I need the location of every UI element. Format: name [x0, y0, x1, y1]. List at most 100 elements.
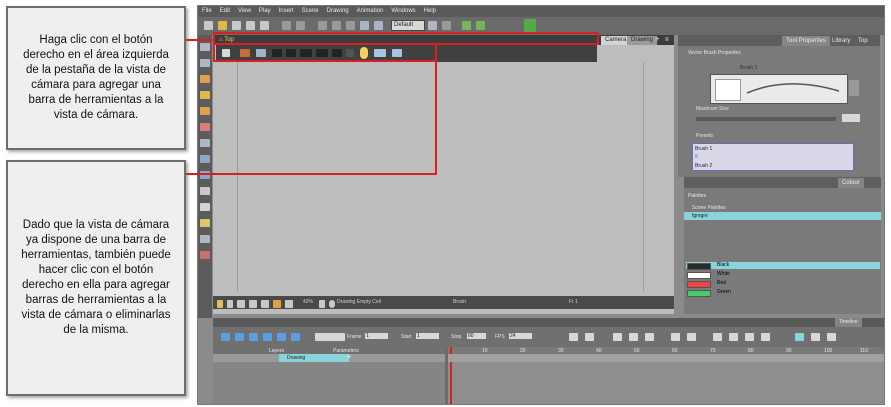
loop-icon[interactable]	[249, 333, 258, 341]
tab-top[interactable]: Top	[854, 36, 872, 46]
reset-zoom-icon[interactable]	[319, 300, 325, 308]
text-tool-icon[interactable]	[200, 139, 210, 147]
expand-icon[interactable]	[811, 333, 820, 341]
workspace-icon[interactable]	[428, 21, 437, 30]
add-layer-icon[interactable]: +	[347, 354, 351, 361]
start-field[interactable]: 1	[416, 333, 439, 339]
remove-exposure-icon[interactable]	[687, 333, 696, 341]
brush-tool-icon[interactable]	[200, 75, 210, 83]
menu-drawing[interactable]: Drawing	[327, 6, 349, 17]
tab-colour[interactable]: Colour	[838, 178, 864, 188]
brush-preview[interactable]	[710, 74, 848, 104]
shape-tool-icon[interactable]	[200, 155, 210, 163]
menu-help[interactable]: Help	[424, 6, 436, 17]
tab-camera[interactable]: Camera	[601, 36, 631, 45]
tab-tool-properties[interactable]: Tool Properties	[782, 36, 831, 46]
camera-mode-icon[interactable]	[273, 300, 281, 308]
add-key-icon[interactable]	[713, 333, 722, 341]
menu-edit[interactable]: Edit	[220, 6, 230, 17]
delete-icon[interactable]	[360, 21, 369, 30]
menu-play[interactable]: Play	[259, 6, 271, 17]
menu-windows[interactable]: Windows	[391, 6, 415, 17]
redo-icon[interactable]	[296, 21, 305, 30]
add-drawing-icon[interactable]	[613, 333, 622, 341]
presets-list[interactable]: Brush 1 5 Brush 2	[692, 143, 854, 171]
swatch-row[interactable]: White	[686, 271, 880, 279]
sound-icon[interactable]	[291, 333, 300, 341]
undo-icon[interactable]	[282, 21, 291, 30]
workspace-manager-icon[interactable]	[442, 21, 451, 30]
menu-insert[interactable]: Insert	[279, 6, 294, 17]
max-size-field[interactable]	[842, 114, 860, 122]
swatch-row[interactable]: Red	[686, 280, 880, 288]
workspace-select[interactable]: Default	[391, 20, 425, 31]
tab-library[interactable]: Library	[828, 36, 854, 46]
new-scene-icon[interactable]	[204, 21, 213, 30]
open-folder-icon[interactable]	[218, 21, 227, 30]
tab-timeline[interactable]: Timeline	[835, 318, 862, 327]
copy-icon[interactable]	[332, 21, 341, 30]
tab-drawing[interactable]: Drawing	[627, 36, 658, 45]
hand-tool-icon[interactable]	[200, 187, 210, 195]
brush-preview-arrow-icon[interactable]	[849, 80, 859, 96]
menu-scene[interactable]: Scene	[302, 6, 319, 17]
light-table-icon[interactable]	[217, 300, 223, 308]
line-icon[interactable]	[569, 333, 578, 341]
frame-field[interactable]: 1	[365, 333, 388, 339]
drawing-tool-icon[interactable]	[462, 21, 471, 30]
cutter-tool-icon[interactable]	[200, 235, 210, 243]
view-menu-icon[interactable]: ≡	[664, 36, 670, 45]
layer-row[interactable]: Drawing +	[213, 354, 445, 362]
max-size-slider[interactable]	[696, 117, 836, 121]
menu-view[interactable]: View	[238, 6, 251, 17]
mask-icon[interactable]	[249, 300, 257, 308]
paint-tool-icon[interactable]	[200, 107, 210, 115]
menu-animation[interactable]: Animation	[357, 6, 384, 17]
swatch-row[interactable]: Green	[686, 289, 880, 297]
stop-motion-key-icon[interactable]	[761, 333, 770, 341]
stroke-tool-icon[interactable]	[200, 251, 210, 259]
stop-field[interactable]: 60	[467, 333, 486, 339]
fps-field[interactable]: 24	[509, 333, 532, 339]
import-icon[interactable]	[260, 21, 269, 30]
motion-key-icon[interactable]	[745, 333, 754, 341]
zoom-level[interactable]: 42%	[303, 296, 313, 309]
keyframe-icon[interactable]	[645, 333, 654, 341]
last-frame-icon[interactable]	[277, 333, 286, 341]
pencil-tool-icon[interactable]	[200, 91, 210, 99]
remove-key-icon[interactable]	[729, 333, 738, 341]
layer-name-cell[interactable]: Drawing	[279, 354, 349, 362]
timeline-toolbar: Frame 1 Start 1 Stop 60 FPS 24	[213, 327, 884, 347]
extend-exposure-icon[interactable]	[671, 333, 680, 341]
cut-icon[interactable]	[318, 21, 327, 30]
contour-editor-icon[interactable]	[200, 59, 210, 67]
duplicate-drawing-icon[interactable]	[629, 333, 638, 341]
frame-row[interactable]	[448, 354, 884, 362]
swatch-row[interactable]: Black	[686, 262, 880, 270]
safe-area-icon[interactable]	[237, 300, 245, 308]
paste-icon[interactable]	[346, 21, 355, 30]
record-icon[interactable]	[329, 300, 335, 308]
save-as-icon[interactable]	[246, 21, 255, 30]
eraser-tool-icon[interactable]	[200, 123, 210, 131]
brush-tip[interactable]	[715, 79, 741, 101]
collapse-icon[interactable]	[827, 333, 836, 341]
disable-icon[interactable]	[285, 300, 293, 308]
first-frame-icon[interactable]	[263, 333, 272, 341]
palette-row[interactable]: fgregre	[684, 212, 881, 220]
playback-speed-slider[interactable]	[315, 333, 345, 341]
select-tool-icon[interactable]	[200, 43, 210, 51]
render-icon[interactable]	[374, 21, 383, 30]
add-view-icon[interactable]: +	[655, 36, 661, 45]
zoom-tool-icon[interactable]	[200, 203, 210, 211]
toggle-layer-icon[interactable]	[795, 333, 804, 341]
transform-tool-icon[interactable]	[200, 219, 210, 227]
save-icon[interactable]	[232, 21, 241, 30]
render-mode-icon[interactable]	[227, 300, 233, 308]
play-sound-icon[interactable]	[235, 333, 244, 341]
play-icon[interactable]	[221, 333, 230, 341]
menu-file[interactable]: File	[202, 6, 212, 17]
onion-icon[interactable]	[585, 333, 594, 341]
animate-tool-icon[interactable]	[476, 21, 485, 30]
lock-icon[interactable]	[261, 300, 269, 308]
